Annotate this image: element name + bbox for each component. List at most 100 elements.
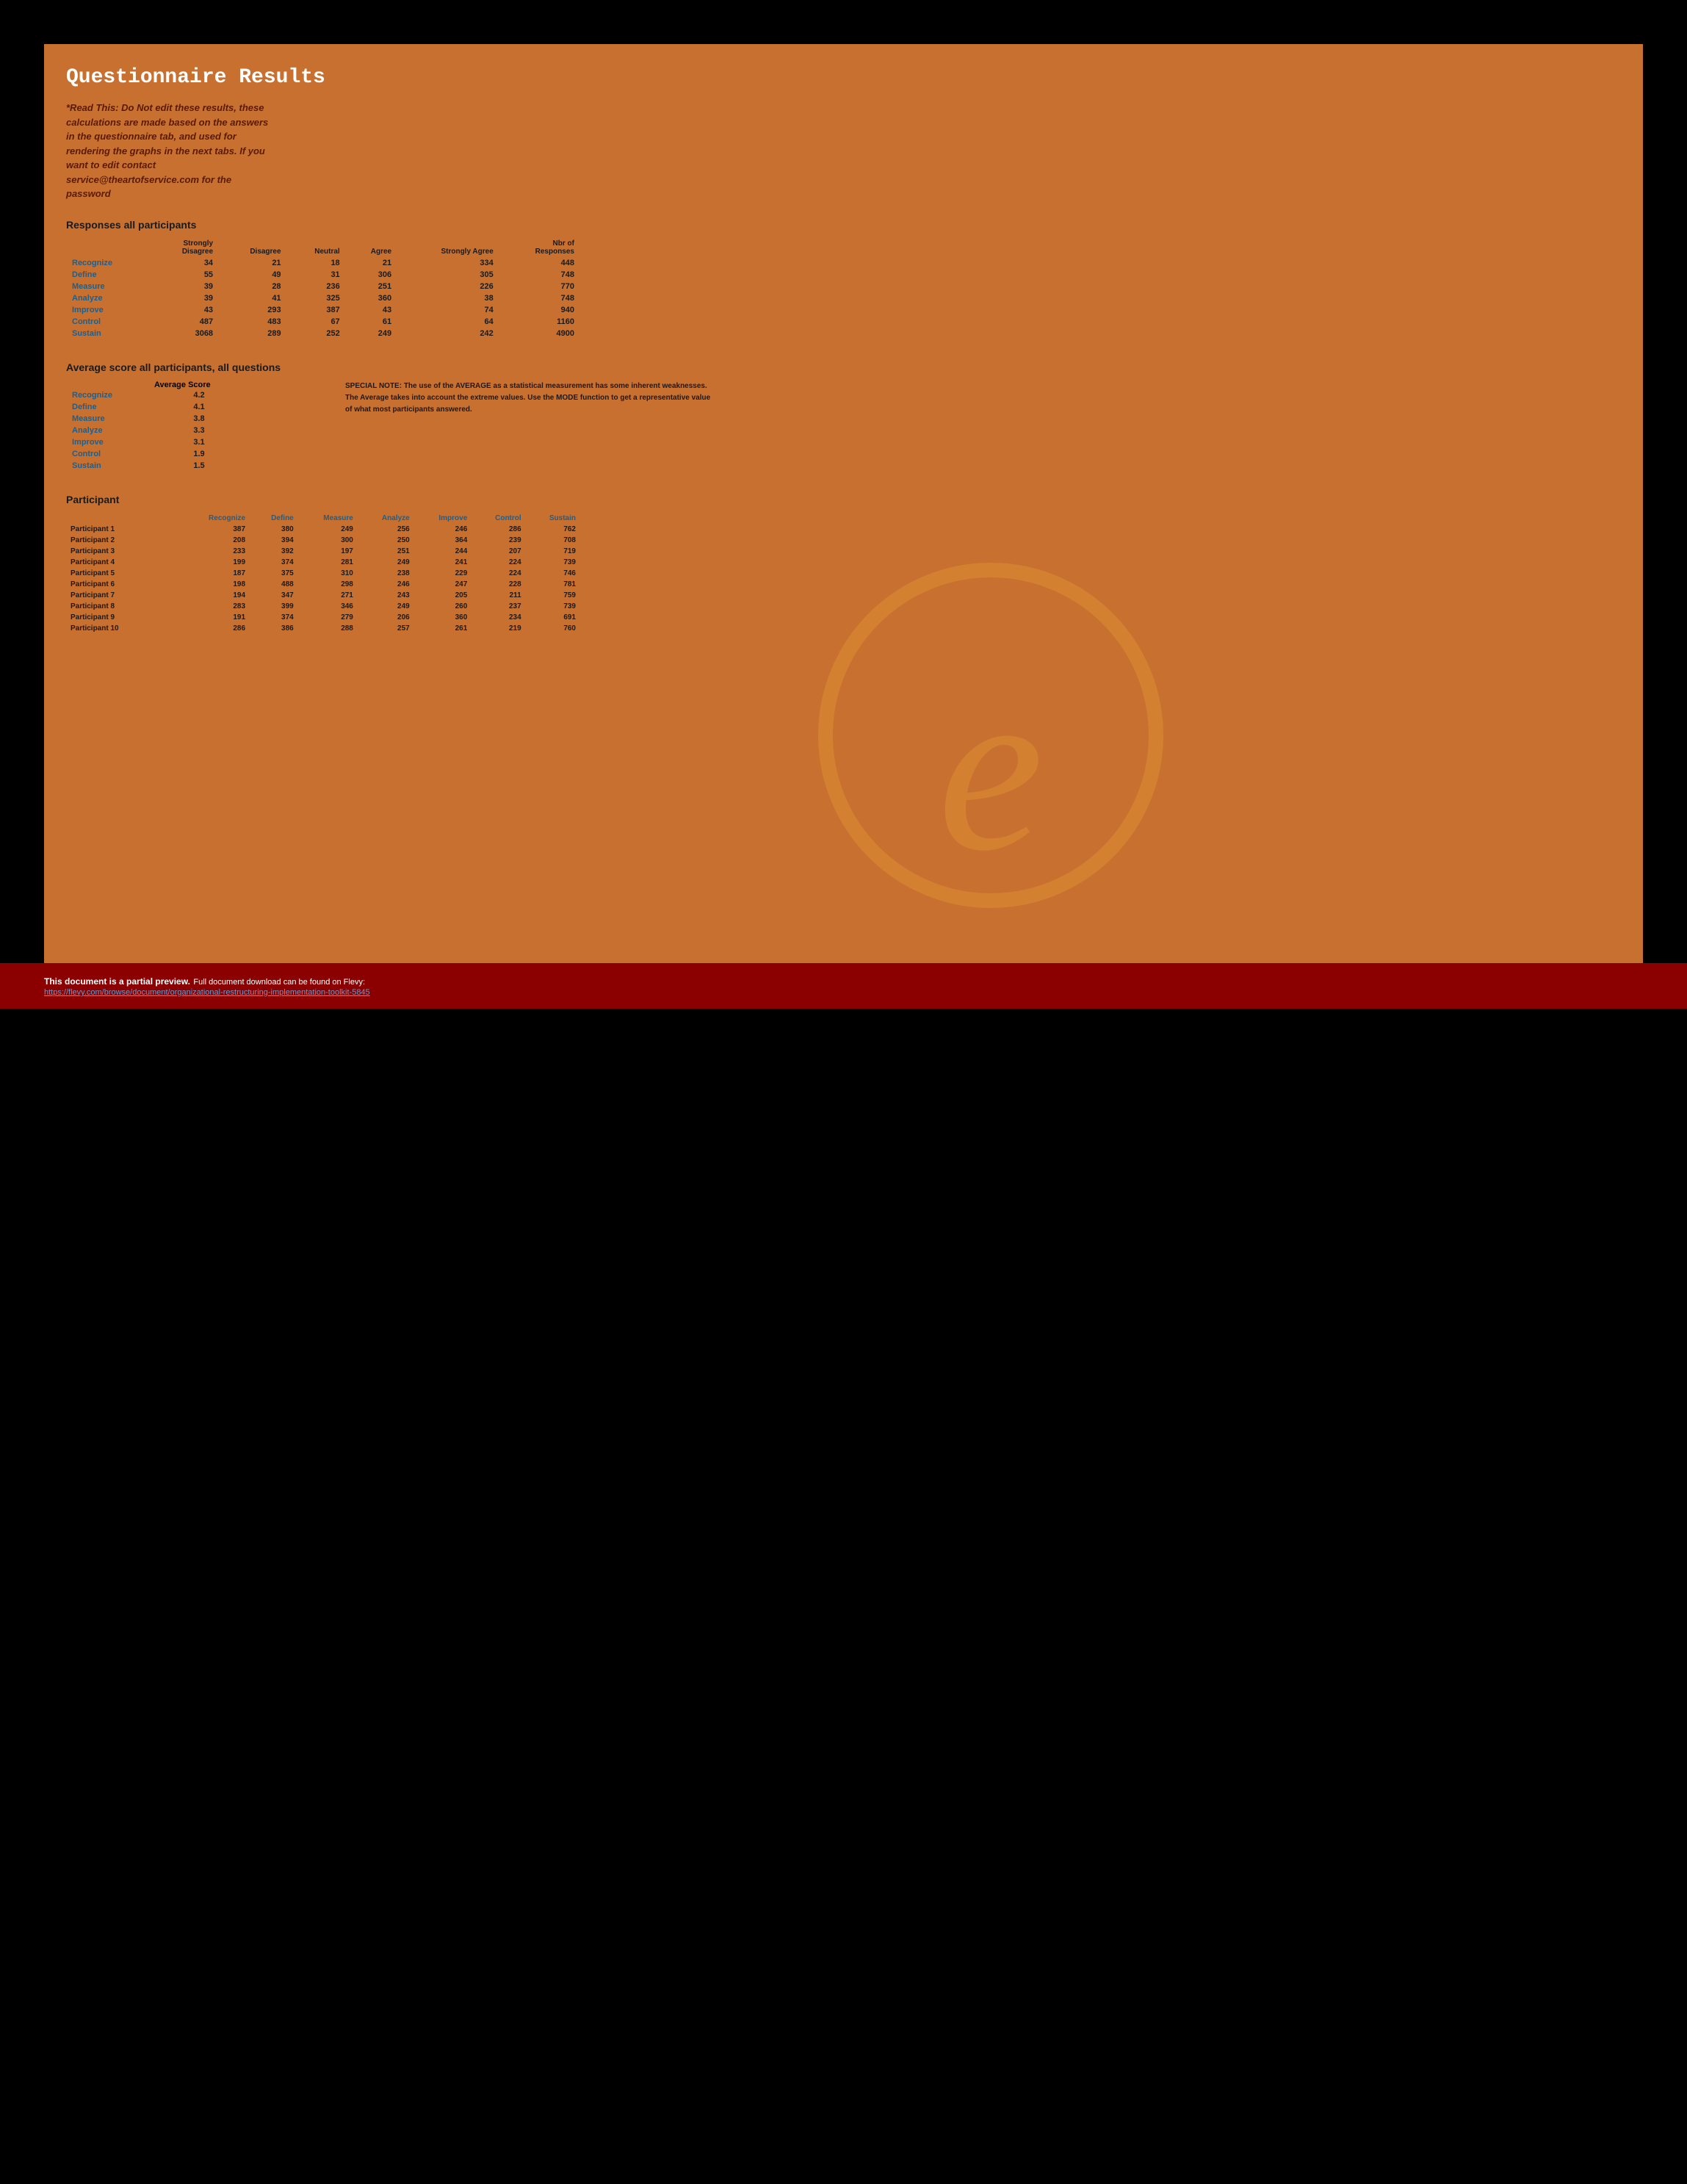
avg-row: Recognize 4.2 xyxy=(66,389,211,401)
responses-cell-sa: 226 xyxy=(397,281,499,292)
responses-cell-n: 236 xyxy=(287,281,346,292)
participant-cell-improve: 247 xyxy=(414,579,472,590)
participant-cell-define: 399 xyxy=(250,601,298,612)
responses-cell-total: 1160 xyxy=(499,316,580,328)
participant-row: Participant 1 387 380 249 256 246 286 76… xyxy=(66,524,580,535)
responses-cell-label: Control xyxy=(66,316,149,328)
responses-cell-total: 748 xyxy=(499,269,580,281)
participant-row: Participant 2 208 394 300 250 364 239 70… xyxy=(66,535,580,546)
responses-cell-d: 483 xyxy=(219,316,287,328)
avg-cell-label: Recognize xyxy=(66,389,154,401)
participant-cell-recognize: 198 xyxy=(179,579,250,590)
responses-cell-n: 387 xyxy=(287,304,346,316)
responses-row: Measure 39 28 236 251 226 770 xyxy=(66,281,580,292)
participant-cell-define: 488 xyxy=(250,579,298,590)
participant-cell-analyze: 249 xyxy=(358,557,414,568)
avg-row: Measure 3.8 xyxy=(66,413,211,425)
responses-cell-a: 21 xyxy=(346,257,397,269)
responses-cell-label: Analyze xyxy=(66,292,149,304)
participant-cell-analyze: 243 xyxy=(358,590,414,601)
avg-table: Average Score Recognize 4.2 Define 4.1 M… xyxy=(66,381,211,472)
responses-cell-sd: 39 xyxy=(149,292,219,304)
footer-link[interactable]: https://flevy.com/browse/document/organi… xyxy=(44,988,1643,997)
responses-col-d: Disagree xyxy=(219,238,287,257)
participant-section: Participant Recognize Define Measure Ana… xyxy=(66,494,1621,634)
responses-cell-d: 289 xyxy=(219,328,287,339)
responses-cell-sd: 55 xyxy=(149,269,219,281)
participant-table: Recognize Define Measure Analyze Improve… xyxy=(66,513,580,634)
page-title: Questionnaire Results xyxy=(66,66,1621,89)
participant-cell-define: 374 xyxy=(250,612,298,623)
participant-cell-measure: 281 xyxy=(298,557,358,568)
responses-col-total: Nbr ofResponses xyxy=(499,238,580,257)
responses-cell-sa: 74 xyxy=(397,304,499,316)
responses-cell-total: 748 xyxy=(499,292,580,304)
participant-cell-improve: 360 xyxy=(414,612,472,623)
participant-cell-measure: 300 xyxy=(298,535,358,546)
participant-cell-name: Participant 3 xyxy=(66,546,179,557)
participant-cell-control: 286 xyxy=(472,524,525,535)
participant-row: Participant 8 283 399 346 249 260 237 73… xyxy=(66,601,580,612)
responses-row: Improve 43 293 387 43 74 940 xyxy=(66,304,580,316)
responses-cell-d: 293 xyxy=(219,304,287,316)
participant-cell-control: 211 xyxy=(472,590,525,601)
participant-cell-improve: 364 xyxy=(414,535,472,546)
responses-cell-total: 770 xyxy=(499,281,580,292)
participant-cell-recognize: 283 xyxy=(179,601,250,612)
participant-cell-define: 386 xyxy=(250,623,298,634)
participant-row: Participant 3 233 392 197 251 244 207 71… xyxy=(66,546,580,557)
responses-cell-total: 4900 xyxy=(499,328,580,339)
participant-cell-recognize: 208 xyxy=(179,535,250,546)
participant-col-define: Define xyxy=(250,513,298,524)
avg-cell-score: 3.8 xyxy=(154,413,211,425)
participant-cell-define: 375 xyxy=(250,568,298,579)
avg-cell-label: Improve xyxy=(66,436,154,448)
participant-col-name xyxy=(66,513,179,524)
participant-row: Participant 9 191 374 279 206 360 234 69… xyxy=(66,612,580,623)
responses-cell-d: 41 xyxy=(219,292,287,304)
avg-col-label xyxy=(66,381,154,389)
participant-cell-measure: 288 xyxy=(298,623,358,634)
participant-row: Participant 6 198 488 298 246 247 228 78… xyxy=(66,579,580,590)
participant-cell-measure: 346 xyxy=(298,601,358,612)
responses-cell-n: 67 xyxy=(287,316,346,328)
avg-cell-score: 4.1 xyxy=(154,401,211,413)
participant-cell-define: 392 xyxy=(250,546,298,557)
avg-right: SPECIAL NOTE: The use of the AVERAGE as … xyxy=(345,381,712,472)
special-note-title: SPECIAL NOTE: The use of the AVERAGE as … xyxy=(345,382,707,390)
avg-cell-score: 4.2 xyxy=(154,389,211,401)
participant-col-analyze: Analyze xyxy=(358,513,414,524)
participant-cell-sustain: 739 xyxy=(526,557,580,568)
participant-row: Participant 10 286 386 288 257 261 219 7… xyxy=(66,623,580,634)
participant-cell-name: Participant 1 xyxy=(66,524,179,535)
avg-cell-score: 1.5 xyxy=(154,460,211,472)
responses-cell-label: Measure xyxy=(66,281,149,292)
participant-cell-improve: 205 xyxy=(414,590,472,601)
participant-cell-analyze: 251 xyxy=(358,546,414,557)
responses-cell-sd: 43 xyxy=(149,304,219,316)
participant-cell-recognize: 187 xyxy=(179,568,250,579)
participant-cell-improve: 261 xyxy=(414,623,472,634)
responses-cell-a: 251 xyxy=(346,281,397,292)
responses-cell-sa: 305 xyxy=(397,269,499,281)
average-section-title: Average score all participants, all ques… xyxy=(66,361,1621,373)
responses-cell-a: 360 xyxy=(346,292,397,304)
participant-cell-measure: 271 xyxy=(298,590,358,601)
main-content: Questionnaire Results *Read This: Do Not… xyxy=(44,44,1643,963)
participant-cell-recognize: 233 xyxy=(179,546,250,557)
avg-cell-label: Measure xyxy=(66,413,154,425)
special-note-2: The Average takes into account the extre… xyxy=(345,394,710,414)
participant-cell-measure: 249 xyxy=(298,524,358,535)
participant-cell-name: Participant 10 xyxy=(66,623,179,634)
participant-col-control: Control xyxy=(472,513,525,524)
responses-col-sa: Strongly Agree xyxy=(397,238,499,257)
average-section: Average Score Recognize 4.2 Define 4.1 M… xyxy=(66,381,1621,472)
participant-col-improve: Improve xyxy=(414,513,472,524)
participant-cell-control: 234 xyxy=(472,612,525,623)
participant-cell-improve: 246 xyxy=(414,524,472,535)
participant-cell-name: Participant 6 xyxy=(66,579,179,590)
responses-cell-a: 43 xyxy=(346,304,397,316)
participant-section-title: Participant xyxy=(66,494,1621,505)
participant-cell-improve: 260 xyxy=(414,601,472,612)
participant-row: Participant 4 199 374 281 249 241 224 73… xyxy=(66,557,580,568)
